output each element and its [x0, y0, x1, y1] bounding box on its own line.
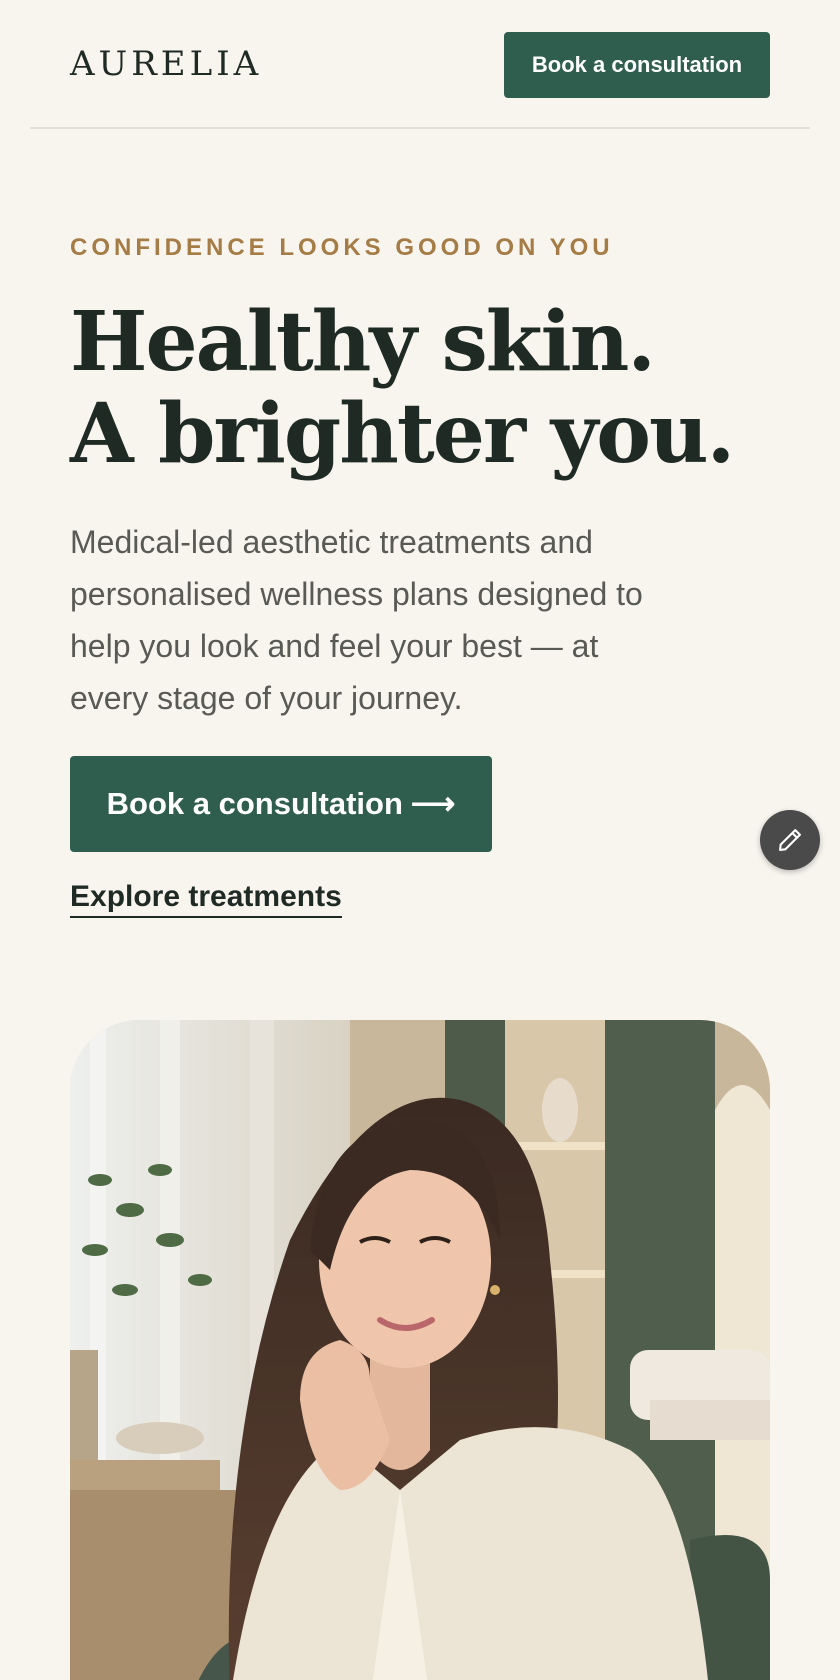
- site-header: AURELIA Book a consultation: [30, 0, 810, 129]
- pencil-icon: [779, 829, 801, 851]
- explore-treatments-link[interactable]: Explore treatments: [70, 880, 342, 918]
- arrow-right-icon: ⟶: [410, 786, 456, 821]
- edit-button[interactable]: [760, 810, 820, 870]
- hero-headline-line-2: A brighter you.: [70, 386, 735, 482]
- hero-headline-line-1: Healthy skin.: [70, 294, 656, 390]
- brand-logo[interactable]: AURELIA: [70, 44, 262, 84]
- header-book-consultation-button[interactable]: Book a consultation: [504, 32, 770, 98]
- hero-eyebrow: CONFIDENCE LOOKS GOOD ON YOU: [70, 234, 614, 261]
- hero-portrait-image: [70, 1020, 770, 1680]
- hero-book-consultation-button[interactable]: Book a consultation ⟶: [70, 756, 492, 852]
- hero-headline: Healthy skin. A brighter you.: [70, 296, 770, 480]
- hero-description: Medical-led aesthetic treatments and per…: [70, 524, 643, 716]
- portrait-illustration: [70, 1020, 770, 1680]
- hero-cta-label: Book a consultation: [106, 786, 403, 821]
